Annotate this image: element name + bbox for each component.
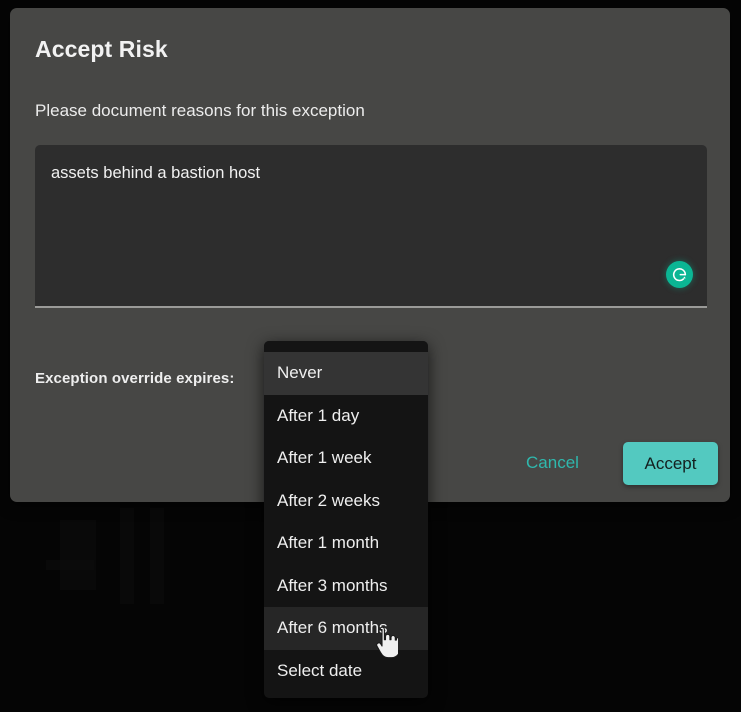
backdrop-artifact — [120, 508, 134, 604]
backdrop-artifact — [46, 560, 94, 570]
dropdown-option-select-date[interactable]: Select date — [264, 649, 428, 692]
backdrop-artifact — [150, 508, 164, 604]
backdrop-artifact — [60, 520, 96, 590]
dialog-subtitle: Please document reasons for this excepti… — [35, 101, 365, 120]
reason-input[interactable] — [35, 145, 707, 306]
dropdown-option-after-1-month[interactable]: After 1 month — [264, 522, 428, 565]
accept-button[interactable]: Accept — [623, 442, 718, 485]
dropdown-option-after-1-day[interactable]: After 1 day — [264, 394, 428, 437]
dropdown-option-after-1-week[interactable]: After 1 week — [264, 437, 428, 480]
expires-label: Exception override expires: — [35, 370, 235, 387]
dropdown-option-after-3-months[interactable]: After 3 months — [264, 564, 428, 607]
dropdown-option-never[interactable]: Never — [264, 352, 428, 395]
dropdown-top-padding — [264, 341, 428, 352]
grammarly-icon[interactable] — [666, 261, 693, 288]
cancel-button[interactable]: Cancel — [505, 443, 600, 483]
dropdown-option-after-6-months[interactable]: After 6 months — [264, 607, 428, 650]
input-underline — [35, 306, 707, 308]
page-title: Accept Risk — [35, 36, 168, 62]
expires-dropdown-menu[interactable]: Never After 1 day After 1 week After 2 w… — [264, 341, 428, 698]
reason-field-group — [35, 145, 707, 310]
dropdown-option-after-2-weeks[interactable]: After 2 weeks — [264, 479, 428, 522]
